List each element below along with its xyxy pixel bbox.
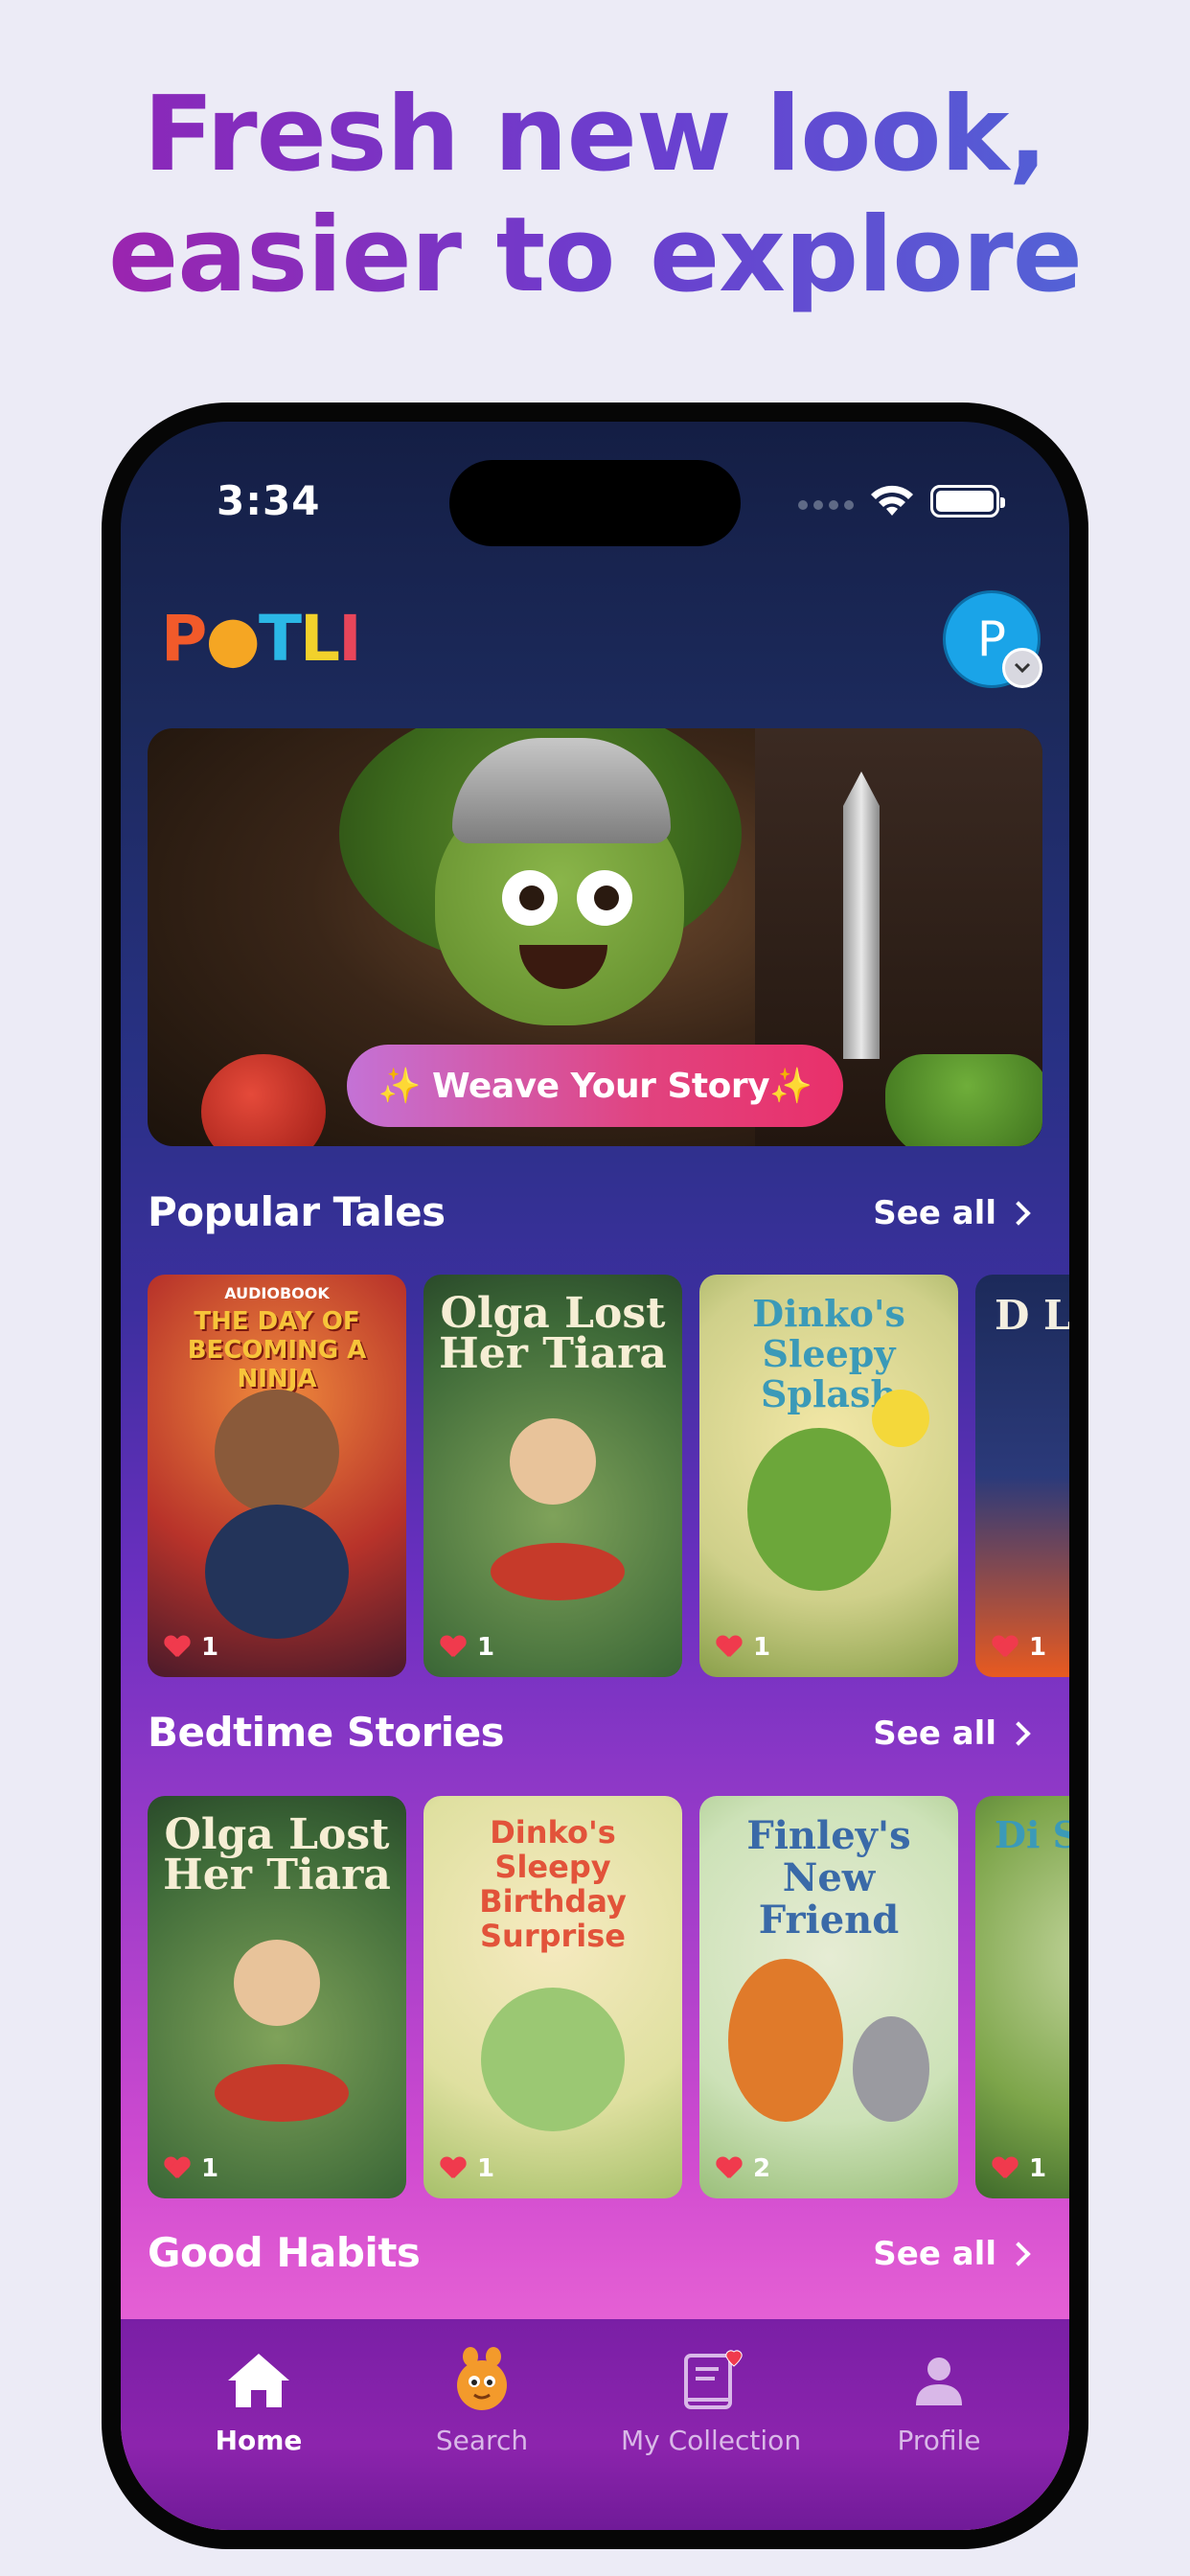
story-card[interactable]: D Lov 1 — [975, 1275, 1069, 1677]
card-art — [215, 1390, 339, 1514]
card-title: D Lov — [995, 1292, 1069, 1339]
card-badge: AUDIOBOOK — [224, 1284, 330, 1302]
see-all-label: See all — [873, 1714, 996, 1753]
bottom-tab-bar: Home Search My Collection Profile — [121, 2319, 1069, 2530]
card-art — [510, 1418, 596, 1505]
story-card[interactable]: Di Slee 1 — [975, 1796, 1069, 2198]
popular-tales-carousel[interactable]: AUDIOBOOK THE DAY OF BECOMING A NINJA 1 … — [148, 1275, 1069, 1677]
like-count-value: 1 — [477, 1633, 495, 1662]
like-count[interactable]: 1 — [165, 2154, 218, 2183]
see-all-popular-button[interactable]: See all — [873, 1194, 1031, 1232]
heart-icon — [165, 2157, 190, 2180]
hero-eye-right — [577, 870, 632, 926]
battery-icon — [930, 485, 1005, 518]
tab-search[interactable]: Search — [386, 2344, 578, 2456]
chevron-right-icon — [1006, 1721, 1031, 1746]
weave-your-story-button[interactable]: ✨ Weave Your Story✨ — [347, 1045, 843, 1127]
tab-label: My Collection — [620, 2425, 802, 2456]
card-title: Finley's New Friend — [746, 1813, 911, 1943]
phone-frame: 3:34 P●TLI P ✨ Weave Your Story✨ Popular… — [102, 402, 1088, 2549]
story-card[interactable]: Olga Lost Her Tiara 1 — [148, 1796, 406, 2198]
heart-icon — [993, 2157, 1018, 2180]
story-card[interactable]: Finley's New Friend 2 — [699, 1796, 958, 2198]
card-art — [205, 1505, 349, 1639]
section-title-popular: Popular Tales — [148, 1188, 446, 1235]
card-title: THE DAY OF BECOMING A NINJA — [187, 1307, 367, 1393]
tab-my-collection[interactable]: My Collection — [609, 2344, 812, 2456]
heart-icon — [165, 1636, 190, 1659]
story-card[interactable]: Olga Lost Her Tiara 1 — [423, 1275, 682, 1677]
like-count[interactable]: 1 — [993, 2154, 1046, 2183]
see-all-label: See all — [873, 2235, 996, 2273]
like-count-value: 1 — [477, 2154, 495, 2183]
card-art — [491, 1543, 625, 1600]
chevron-right-icon — [1006, 2242, 1031, 2266]
like-count[interactable]: 1 — [165, 1633, 218, 1662]
card-art — [234, 1940, 320, 2026]
card-art — [215, 2064, 349, 2122]
home-icon — [163, 2344, 355, 2417]
mascot-search-icon — [386, 2344, 578, 2417]
headline-line-2: easier to explore — [0, 196, 1190, 316]
potli-logo[interactable]: P●TLI — [161, 602, 362, 676]
like-count[interactable]: 1 — [441, 1633, 494, 1662]
section-title-bedtime: Bedtime Stories — [148, 1709, 505, 1756]
like-count-value: 1 — [1029, 2154, 1047, 2183]
promo-headline: Fresh new look, easier to explore — [0, 75, 1190, 316]
heart-icon — [441, 2157, 466, 2180]
card-art — [872, 1390, 929, 1447]
story-card[interactable]: Dinko's Sleepy Birthday Surprise 1 — [423, 1796, 682, 2198]
status-time: 3:34 — [217, 477, 321, 524]
collection-icon — [609, 2344, 812, 2417]
hero-bowl — [885, 1054, 1042, 1146]
like-count-value: 1 — [201, 2154, 219, 2183]
like-count[interactable]: 1 — [717, 1633, 770, 1662]
dynamic-island — [449, 460, 741, 546]
card-title: Olga Lost Her Tiara — [439, 1289, 667, 1378]
bedtime-stories-carousel[interactable]: Olga Lost Her Tiara 1 Dinko's Sleepy Bir… — [148, 1796, 1069, 2198]
like-count-value: 1 — [201, 1633, 219, 1662]
see-all-bedtime-button[interactable]: See all — [873, 1714, 1031, 1753]
heart-icon — [993, 1636, 1018, 1659]
app-screen: 3:34 P●TLI P ✨ Weave Your Story✨ Popular… — [121, 422, 1069, 2530]
chevron-right-icon — [1006, 1201, 1031, 1226]
hero-sword — [843, 771, 880, 1059]
see-all-good-habits-button[interactable]: See all — [873, 2235, 1031, 2273]
hero-apple — [201, 1054, 326, 1146]
card-art — [481, 1988, 625, 2131]
tab-profile[interactable]: Profile — [843, 2344, 1035, 2456]
card-art — [747, 1428, 891, 1591]
headline-line-1: Fresh new look, — [0, 75, 1190, 196]
heart-icon — [441, 1636, 466, 1659]
cellular-signal-icon — [798, 500, 854, 510]
like-count-value: 2 — [753, 2154, 771, 2183]
tab-label: Profile — [897, 2425, 981, 2456]
chevron-down-icon[interactable] — [1002, 648, 1042, 688]
like-count[interactable]: 1 — [441, 2154, 494, 2183]
card-art — [728, 1959, 843, 2122]
card-title: Olga Lost Her Tiara — [163, 1810, 391, 1899]
tab-home[interactable]: Home — [163, 2344, 355, 2456]
hero-banner[interactable]: ✨ Weave Your Story✨ — [148, 728, 1042, 1146]
tab-label: Home — [215, 2425, 303, 2456]
like-count-value: 1 — [753, 1633, 771, 1662]
section-title-good-habits: Good Habits — [148, 2229, 421, 2276]
story-card[interactable]: AUDIOBOOK THE DAY OF BECOMING A NINJA 1 — [148, 1275, 406, 1677]
story-card[interactable]: Dinko's Sleepy Splash 1 — [699, 1275, 958, 1677]
card-art — [853, 2016, 929, 2122]
like-count-value: 1 — [1029, 1633, 1047, 1662]
card-title: Di Slee — [995, 1813, 1069, 1856]
wifi-icon — [871, 485, 913, 516]
heart-icon — [717, 1636, 742, 1659]
like-count[interactable]: 1 — [993, 1633, 1046, 1662]
profile-icon — [843, 2344, 1035, 2417]
see-all-label: See all — [873, 1194, 996, 1232]
heart-icon — [717, 2157, 742, 2180]
card-title: Dinko's Sleepy Birthday Surprise — [479, 1814, 627, 1954]
hero-eye-left — [502, 870, 558, 926]
like-count[interactable]: 2 — [717, 2154, 770, 2183]
tab-label: Search — [435, 2425, 529, 2456]
